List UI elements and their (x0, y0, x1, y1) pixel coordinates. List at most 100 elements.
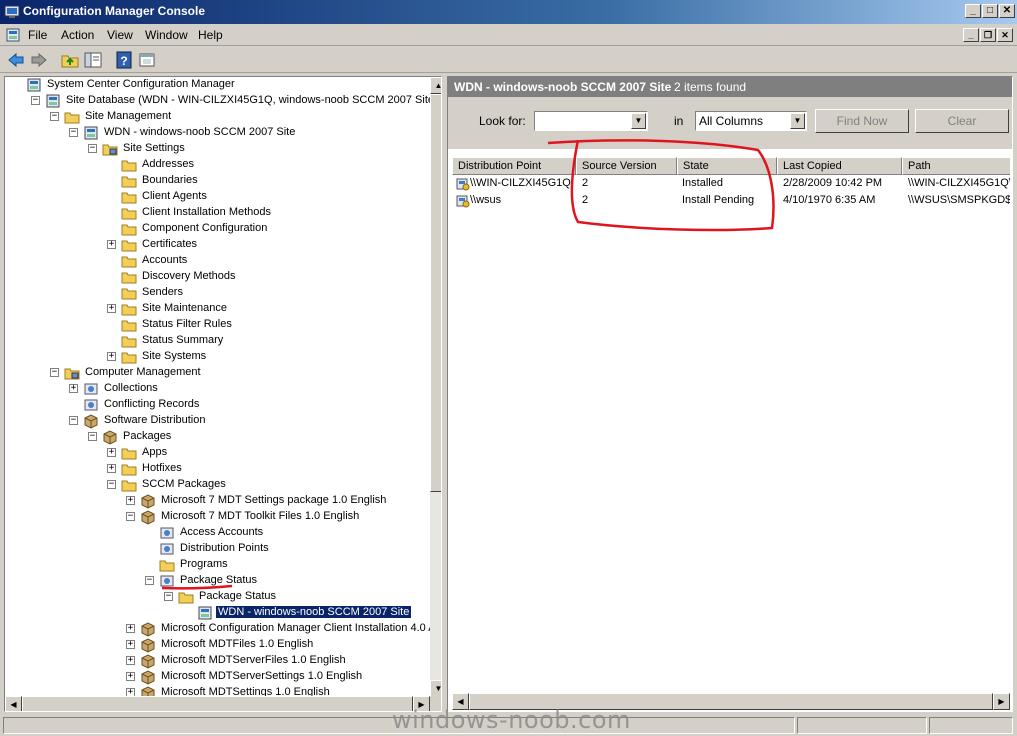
results-list[interactable]: Distribution Point Source Version State … (452, 157, 1010, 711)
expand-plus-icon[interactable]: + (126, 656, 135, 665)
tree-item-senders[interactable]: Senders (121, 285, 441, 301)
help-icon[interactable]: ? (114, 50, 134, 70)
tree-item-site-management[interactable]: − Site Management (50, 109, 441, 125)
collapse-minus-icon[interactable]: − (88, 432, 97, 441)
collapse-minus-icon[interactable]: − (50, 112, 59, 121)
collapse-minus-icon[interactable]: − (164, 592, 173, 601)
forward-arrow-icon[interactable] (29, 50, 49, 70)
chevron-down-icon[interactable]: ▼ (790, 113, 805, 129)
tree-item-distribution-points[interactable]: Distribution Points (159, 541, 441, 557)
tree-item-wdn-windows-noob-sccm-2007-site[interactable]: − WDN - windows-noob SCCM 2007 Site (69, 125, 441, 141)
mdi-minimize-button[interactable]: _ (963, 28, 979, 42)
tree-item-client-agents[interactable]: Client Agents (121, 189, 441, 205)
tree-item-site-maintenance[interactable]: + Site Maintenance (107, 301, 441, 317)
show-hide-tree-icon[interactable] (83, 50, 103, 70)
collapse-minus-icon[interactable]: − (107, 480, 116, 489)
back-arrow-icon[interactable] (6, 50, 26, 70)
collapse-minus-icon[interactable]: − (50, 368, 59, 377)
column-header-state[interactable]: State (677, 157, 777, 175)
collapse-minus-icon[interactable]: − (69, 416, 78, 425)
expand-plus-icon[interactable]: + (69, 384, 78, 393)
tree-item-status-summary[interactable]: Status Summary (121, 333, 441, 349)
find-now-button[interactable]: Find Now (815, 109, 909, 133)
tree-item-microsoft-configuration-manager-client-installation-4-0-all[interactable]: + Microsoft Configuration Manager Client … (126, 621, 441, 637)
collapse-minus-icon[interactable]: − (88, 144, 97, 153)
maximize-button[interactable]: □ (982, 4, 998, 18)
collapse-minus-icon[interactable]: − (145, 576, 154, 585)
tree-horizontal-scrollbar[interactable]: ◀ ▶ (5, 696, 430, 711)
tree-item-access-accounts[interactable]: Access Accounts (159, 525, 441, 541)
menu-help[interactable]: Help (198, 28, 223, 42)
expand-plus-icon[interactable]: + (126, 640, 135, 649)
expand-plus-icon[interactable]: + (107, 240, 116, 249)
chevron-down-icon[interactable]: ▼ (631, 113, 646, 129)
tree-item-client-installation-methods[interactable]: Client Installation Methods (121, 205, 441, 221)
tree-item-site-systems[interactable]: + Site Systems (107, 349, 441, 365)
columns-select[interactable]: All Columns ▼ (695, 111, 807, 131)
expand-plus-icon[interactable]: + (107, 352, 116, 361)
menu-view[interactable]: View (107, 28, 133, 42)
tree-item-status-filter-rules[interactable]: Status Filter Rules (121, 317, 441, 333)
collapse-minus-icon[interactable]: − (69, 128, 78, 137)
tree-hscroll-thumb[interactable] (22, 696, 413, 711)
tree-item-hotfixes[interactable]: + Hotfixes (107, 461, 441, 477)
tree-item-microsoft-7-mdt-toolkit-files-1-0-english[interactable]: − Microsoft 7 MDT Toolkit Files 1.0 Engli… (126, 509, 441, 525)
properties-icon[interactable] (137, 50, 157, 70)
menu-action[interactable]: Action (61, 28, 94, 42)
column-header-path[interactable]: Path (902, 157, 1010, 175)
tree-item-sccm-packages[interactable]: − SCCM Packages (107, 477, 441, 493)
collapse-minus-icon[interactable]: − (126, 512, 135, 521)
tree-item-microsoft-mdtfiles-1-0-english[interactable]: + Microsoft MDTFiles 1.0 English (126, 637, 441, 653)
tree-item-system-center-configuration-manager[interactable]: System Center Configuration Manager (26, 77, 441, 93)
tree-item-package-status[interactable]: − Package Status (145, 573, 441, 589)
collapse-minus-icon[interactable]: − (31, 96, 40, 105)
tree-item-certificates[interactable]: + Certificates (107, 237, 441, 253)
up-folder-icon[interactable] (60, 50, 80, 70)
clear-button[interactable]: Clear (915, 109, 1009, 133)
expand-plus-icon[interactable]: + (107, 304, 116, 313)
tree-item-packages[interactable]: − Packages (88, 429, 441, 445)
scroll-up-arrow-icon[interactable]: ▲ (430, 77, 441, 94)
scroll-right-arrow-icon[interactable]: ▶ (993, 693, 1010, 710)
mdi-close-button[interactable]: ✕ (997, 28, 1013, 42)
tree-item-component-configuration[interactable]: Component Configuration (121, 221, 441, 237)
column-header-distribution-point[interactable]: Distribution Point (452, 157, 576, 175)
mdi-restore-button[interactable]: ❐ (980, 28, 996, 42)
tree-item-boundaries[interactable]: Boundaries (121, 173, 441, 189)
tree-item-software-distribution[interactable]: − Software Distribution (69, 413, 441, 429)
scroll-left-arrow-icon[interactable]: ◀ (5, 696, 22, 711)
menu-file[interactable]: File (28, 28, 47, 42)
tree-item-wdn-windows-noob-sccm-2007-site[interactable]: WDN - windows-noob SCCM 2007 Site (197, 605, 441, 621)
minimize-button[interactable]: _ (965, 4, 981, 18)
tree-item-apps[interactable]: + Apps (107, 445, 441, 461)
close-button[interactable]: ✕ (999, 4, 1015, 18)
tree-item-site-database-wdn-win-cilzxi45g1q-windows-noob-sccm-2007-site[interactable]: − Site Database (WDN - WIN-CILZXI45G1Q, w… (31, 93, 441, 109)
tree-item-programs[interactable]: Programs (159, 557, 441, 573)
tree-item-computer-management[interactable]: − Computer Management (50, 365, 441, 381)
expand-plus-icon[interactable]: + (107, 464, 116, 473)
tree-vertical-scrollbar[interactable]: ▲ ▼ (430, 77, 441, 697)
tree-item-addresses[interactable]: Addresses (121, 157, 441, 173)
tree-item-discovery-methods[interactable]: Discovery Methods (121, 269, 441, 285)
tree-item-microsoft-7-mdt-settings-package-1-0-english[interactable]: + Microsoft 7 MDT Settings package 1.0 En… (126, 493, 441, 509)
tree-item-microsoft-mdtserverfiles-1-0-english[interactable]: + Microsoft MDTServerFiles 1.0 English (126, 653, 441, 669)
expand-plus-icon[interactable]: + (126, 624, 135, 633)
expand-plus-icon[interactable]: + (126, 672, 135, 681)
console-tree[interactable]: System Center Configuration Manager − Site… (4, 76, 442, 712)
scroll-down-arrow-icon[interactable]: ▼ (430, 680, 441, 697)
expand-plus-icon[interactable]: + (107, 448, 116, 457)
expand-plus-icon[interactable]: + (126, 496, 135, 505)
mmc-doc-icon[interactable] (6, 28, 20, 42)
table-row[interactable]: \\WIN-CILZXI45G1Q 2 Installed 2/28/2009 … (452, 176, 1010, 193)
tree-item-package-status[interactable]: − Package Status (164, 589, 441, 605)
table-row[interactable]: \\wsus 2 Install Pending 4/10/1970 6:35 … (452, 193, 1010, 210)
tree-item-site-settings[interactable]: − Site Settings (88, 141, 441, 157)
tree-item-microsoft-mdtserversettings-1-0-english[interactable]: + Microsoft MDTServerSettings 1.0 English (126, 669, 441, 685)
look-for-input[interactable]: ▼ (534, 111, 648, 131)
column-header-last-copied[interactable]: Last Copied (777, 157, 902, 175)
tree-item-conflicting-records[interactable]: Conflicting Records (83, 397, 441, 413)
tree-item-accounts[interactable]: Accounts (121, 253, 441, 269)
column-header-source-version[interactable]: Source Version (576, 157, 677, 175)
menu-window[interactable]: Window (145, 28, 188, 42)
tree-scroll-thumb[interactable] (430, 94, 441, 492)
